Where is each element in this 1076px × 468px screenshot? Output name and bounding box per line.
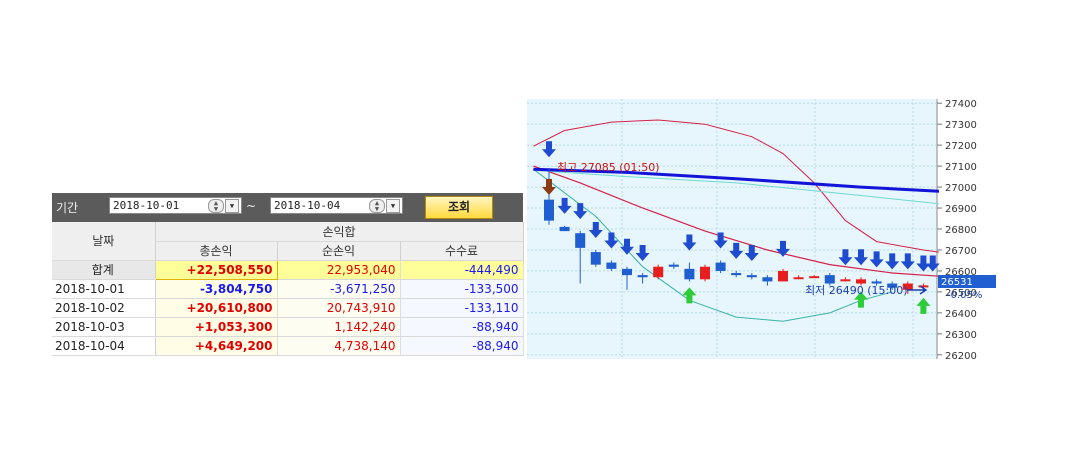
candle-body (684, 268, 695, 280)
table-row[interactable]: 2018-10-04 +4,649,200 4,738,140 -88,940 (52, 336, 524, 356)
candle-body (824, 275, 835, 284)
y-tick-label: 27000 (945, 183, 977, 194)
y-tick-label: 27400 (945, 99, 977, 110)
row-gross: +1,053,300 (155, 317, 278, 337)
candle-body (840, 279, 851, 282)
date-column-header[interactable]: 날짜 (52, 222, 156, 261)
profit-loss-table: 날짜 손익합 총손익 순손익 수수료 합계 +22,508,550 22,953… (52, 222, 524, 356)
date-to-field[interactable]: 2018-10-04 ▲ ▼ ▼ (270, 197, 403, 214)
current-price: 26531 (941, 277, 973, 288)
high-annotation: 최고 27085 (01:50) (557, 161, 660, 174)
y-tick-label: 26200 (945, 351, 977, 359)
total-label: 합계 (52, 260, 156, 280)
candle-body (575, 233, 586, 248)
table-row[interactable]: 2018-10-01 -3,804,750 -3,671,250 -133,50… (52, 279, 524, 299)
candle-body (637, 275, 648, 278)
candle-body (762, 277, 773, 282)
table-row[interactable]: 2018-10-02 +20,610,800 20,743,910 -133,1… (52, 298, 524, 318)
candle-body (668, 264, 679, 267)
candle-body (715, 262, 726, 271)
row-gross: +20,610,800 (155, 298, 278, 318)
y-tick-label: 27100 (945, 162, 977, 173)
total-net: 22,953,040 (277, 260, 401, 280)
date-to-value: 2018-10-04 (274, 199, 341, 212)
profit-group-header: 손익합 (155, 222, 524, 242)
row-date: 2018-10-04 (52, 336, 156, 356)
search-button[interactable]: 조회 (425, 196, 493, 219)
candle-body (856, 279, 866, 284)
date-from-field[interactable]: 2018-10-01 ▲ ▼ ▼ (109, 197, 242, 214)
y-tick-label: 26300 (945, 330, 977, 341)
candle-body (746, 275, 757, 278)
candle-body (731, 273, 742, 276)
total-row[interactable]: 합계 +22,508,550 22,953,040 -444,490 (52, 259, 524, 280)
gross-column-header[interactable]: 총손익 (155, 241, 278, 261)
candle-body (700, 266, 710, 280)
row-net: 20,743,910 (277, 298, 401, 318)
row-net: 4,738,140 (277, 336, 401, 356)
y-tick-label: 26800 (945, 225, 977, 236)
row-gross: -3,804,750 (155, 279, 278, 299)
price-chart-svg[interactable]: 27400 27300 27200 27100 27000 26900 26800 26700… (527, 99, 1003, 359)
y-tick-label: 26900 (945, 204, 977, 215)
net-column-header[interactable]: 순손익 (277, 241, 401, 261)
row-fee: -133,110 (400, 298, 524, 318)
row-net: -3,671,250 (277, 279, 401, 299)
period-label: 기간 (56, 201, 79, 215)
candle-body (809, 276, 820, 279)
total-fee: -444,490 (400, 260, 524, 280)
y-tick-label: 27300 (945, 120, 977, 131)
filter-bar: 기간 2018-10-01 ▲ ▼ ▼ ~ 2018-10-04 ▲ ▼ ▼ 조회 (52, 193, 523, 222)
row-fee: -133,500 (400, 279, 524, 299)
row-fee: -88,940 (400, 336, 524, 356)
current-change: -0.05% (947, 290, 982, 301)
date-range-separator: ~ (246, 199, 257, 213)
candle-body (559, 226, 570, 232)
candle-body (606, 262, 617, 269)
high-label: 최고 27085 (01:50) (557, 161, 660, 174)
date-to-dropdown-icon[interactable]: ▼ (386, 199, 400, 213)
row-date: 2018-10-02 (52, 298, 156, 318)
candle-body (590, 252, 601, 265)
y-tick-label: 26400 (945, 309, 977, 320)
row-date: 2018-10-01 (52, 279, 156, 299)
candle-body (653, 266, 664, 278)
row-net: 1,142,240 (277, 317, 401, 337)
y-tick-label: 26700 (945, 246, 977, 257)
total-gross: +22,508,550 (154, 259, 278, 280)
candle-body (778, 270, 788, 282)
row-date: 2018-10-03 (52, 317, 156, 337)
date-from-dropdown-icon[interactable]: ▼ (225, 199, 239, 213)
candle-body (544, 199, 554, 221)
row-fee: -88,940 (400, 317, 524, 337)
fee-column-header[interactable]: 수수료 (400, 241, 524, 261)
table-row[interactable]: 2018-10-03 +1,053,300 1,142,240 -88,940 (52, 317, 524, 337)
y-tick-label: 27200 (945, 141, 977, 152)
date-to-spinner[interactable]: ▲ ▼ (369, 199, 385, 213)
row-gross: +4,649,200 (155, 336, 278, 356)
date-from-spinner[interactable]: ▲ ▼ (208, 199, 224, 213)
price-chart[interactable]: 27400 27300 27200 27100 27000 26900 26800 26700… (527, 99, 1003, 359)
candle-body (622, 268, 632, 276)
low-label: 최저 26490 (15:00) (805, 284, 908, 297)
date-from-value: 2018-10-01 (113, 199, 180, 212)
candle-body (793, 277, 804, 280)
